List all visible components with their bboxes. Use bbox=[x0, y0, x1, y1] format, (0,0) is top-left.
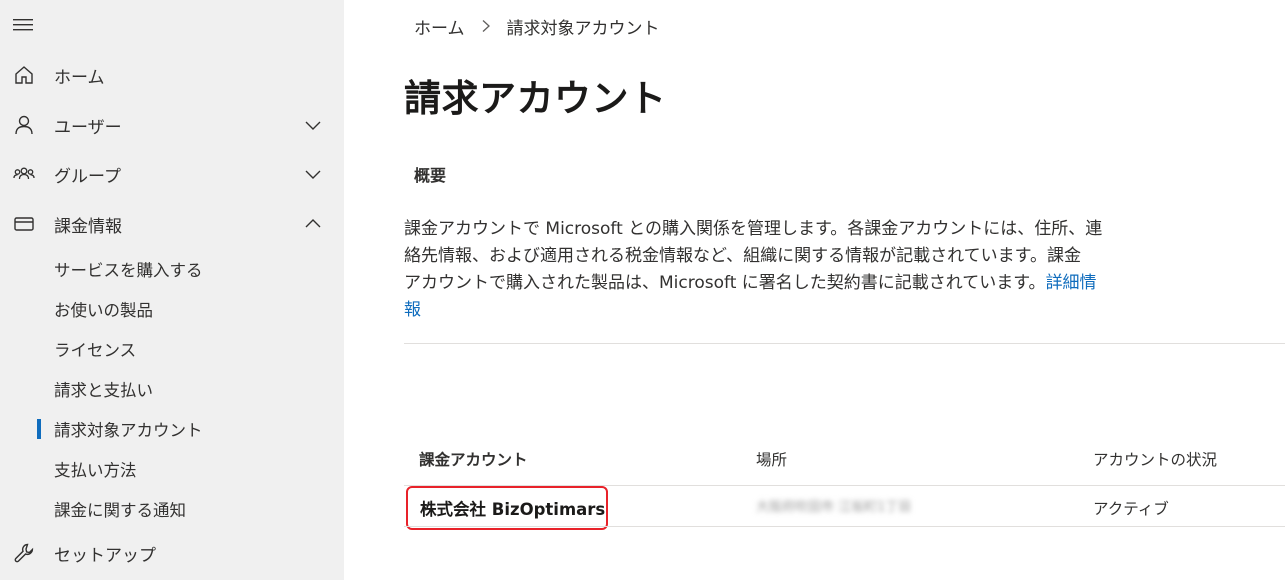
wrench-icon bbox=[12, 541, 36, 565]
subnav-billing-notifications[interactable]: 課金に関する通知 bbox=[0, 491, 344, 527]
user-icon bbox=[12, 113, 36, 137]
subnav-label: サービスを購入する bbox=[54, 261, 203, 280]
subnav-label: ライセンス bbox=[54, 341, 137, 360]
subnav-billing-accounts[interactable]: 請求対象アカウント bbox=[0, 411, 344, 447]
learn-more-link-continued[interactable]: 報 bbox=[404, 300, 421, 320]
nav-item-billing[interactable]: 課金情報 bbox=[0, 202, 344, 246]
group-icon bbox=[12, 162, 36, 186]
table-row-divider bbox=[404, 526, 1285, 527]
nav-item-setup[interactable]: セットアップ bbox=[0, 531, 344, 575]
tab-overview[interactable]: 概要 bbox=[414, 162, 446, 186]
subnav-bills-payments[interactable]: 請求と支払い bbox=[0, 371, 344, 407]
nav-item-label: ホーム bbox=[54, 67, 105, 88]
section-divider bbox=[404, 343, 1285, 344]
subnav-label: 支払い方法 bbox=[54, 461, 137, 480]
nav-item-label: ユーザー bbox=[54, 117, 122, 138]
page-description: 課金アカウントで Microsoft との購入関係を管理します。各課金アカウント… bbox=[404, 216, 1124, 324]
account-status-value: アクティブ bbox=[1093, 500, 1169, 518]
left-navigation: ホーム ユーザー グループ 課金情報 サービスを購入する お使いの製品 ライセン… bbox=[0, 0, 344, 580]
subnav-your-products[interactable]: お使いの製品 bbox=[0, 291, 344, 327]
breadcrumb-home[interactable]: ホーム bbox=[414, 14, 465, 39]
subnav-label: 課金に関する通知 bbox=[54, 501, 186, 520]
active-indicator bbox=[37, 419, 41, 439]
description-line: 課金アカウントで Microsoft との購入関係を管理します。各課金アカウント… bbox=[404, 219, 1103, 239]
credit-card-icon bbox=[12, 212, 36, 236]
chevron-down-icon bbox=[302, 114, 324, 136]
main-content: ホーム 請求対象アカウント 請求アカウント 概要 課金アカウントで Micros… bbox=[344, 0, 1285, 580]
subnav-label: 請求対象アカウント bbox=[54, 421, 203, 440]
hamburger-menu-icon[interactable] bbox=[12, 14, 36, 36]
chevron-up-icon bbox=[302, 213, 324, 235]
column-header-location[interactable]: 場所 bbox=[756, 448, 787, 470]
subnav-licenses[interactable]: ライセンス bbox=[0, 331, 344, 367]
chevron-down-icon bbox=[302, 163, 324, 185]
subnav-label: 請求と支払い bbox=[54, 381, 153, 400]
subnav-payment-methods[interactable]: 支払い方法 bbox=[0, 451, 344, 487]
nav-item-label: セットアップ bbox=[54, 545, 156, 566]
subnav-buy-services[interactable]: サービスを購入する bbox=[0, 251, 344, 287]
nav-item-label: グループ bbox=[54, 166, 121, 187]
chevron-right-icon bbox=[479, 19, 493, 33]
location-value: 大阪府吹田市 江坂町1丁目 bbox=[756, 500, 912, 515]
nav-item-home[interactable]: ホーム bbox=[0, 53, 344, 97]
subnav-label: お使いの製品 bbox=[54, 301, 153, 320]
column-header-account-status[interactable]: アカウントの状況 bbox=[1093, 448, 1217, 470]
nav-item-label: 課金情報 bbox=[54, 216, 122, 237]
breadcrumb: ホーム 請求対象アカウント bbox=[414, 14, 660, 39]
nav-item-users[interactable]: ユーザー bbox=[0, 103, 344, 147]
page-title: 請求アカウント bbox=[404, 77, 667, 120]
description-line: 絡先情報、および適用される税金情報など、組織に関する情報が記載されています。課金 bbox=[404, 246, 1081, 266]
nav-item-groups[interactable]: グループ bbox=[0, 152, 344, 196]
description-line: アカウントで購入された製品は、Microsoft に署名した契約書に記載されてい… bbox=[404, 273, 1046, 293]
breadcrumb-current: 請求対象アカウント bbox=[506, 18, 660, 39]
home-icon bbox=[12, 63, 36, 87]
billing-account-name-link[interactable]: 株式会社 BizOptimars bbox=[406, 486, 608, 530]
learn-more-link[interactable]: 詳細情 bbox=[1046, 273, 1097, 293]
column-header-billing-account[interactable]: 課金アカウント bbox=[419, 448, 528, 470]
